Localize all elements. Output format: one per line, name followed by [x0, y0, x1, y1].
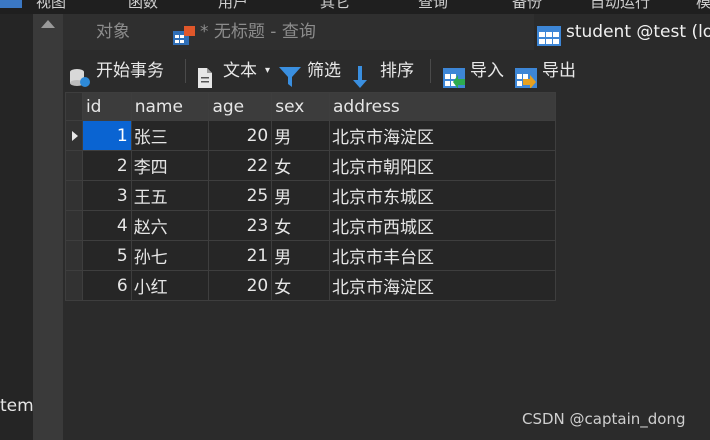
cell-name[interactable]: 王五 [130, 180, 210, 211]
menu-item-other[interactable]: 其它 [320, 0, 350, 12]
table-row[interactable]: 5 孙七 21 男 北京市丰台区 [65, 240, 556, 271]
table-row[interactable]: 2 李四 22 女 北京市朝阳区 [65, 150, 556, 181]
import-label: 导入 [470, 61, 504, 81]
text-view-button[interactable]: 文本 ▾ [196, 50, 274, 92]
row-selector[interactable] [65, 120, 83, 151]
menu-item-model[interactable]: 模 [696, 0, 710, 12]
tab-objects-label: 对象 [96, 22, 130, 42]
column-header-sex[interactable]: sex [271, 92, 330, 121]
cell-address[interactable]: 北京市海淀区 [329, 270, 556, 301]
menu-highlight [0, 0, 22, 8]
table-row[interactable]: 6 小红 20 女 北京市海淀区 [65, 270, 556, 301]
text-view-label: 文本 [223, 61, 257, 81]
cell-name[interactable]: 小红 [130, 270, 210, 301]
filter-button[interactable]: 筛选 [279, 50, 347, 92]
cell-name[interactable]: 李四 [130, 150, 210, 181]
cell-sex[interactable]: 男 [271, 180, 330, 211]
data-grid[interactable]: id name age sex address 1 张三 20 男 北京市海淀区… [65, 92, 556, 301]
chevron-down-icon[interactable]: ▾ [265, 50, 270, 92]
cell-id[interactable]: 5 [81, 240, 132, 271]
column-header-id[interactable]: id [81, 92, 132, 121]
menu-bar: 视图 函数 用户 其它 查询 备份 自动运行 模 [0, 0, 710, 14]
menu-item-query[interactable]: 查询 [418, 0, 448, 12]
watermark: CSDN @captain_dong [522, 410, 686, 428]
current-row-arrow-icon [72, 130, 78, 141]
menu-item-backup[interactable]: 备份 [512, 0, 542, 12]
table-row[interactable]: 1 张三 20 男 北京市海淀区 [65, 120, 556, 151]
sort-label: 排序 [380, 61, 414, 81]
cell-address[interactable]: 北京市朝阳区 [329, 150, 556, 181]
student-table: id name age sex address 1 张三 20 男 北京市海淀区… [65, 92, 556, 301]
toolbar: 开始事务 文本 ▾ 筛选 排序 导入 导出 [63, 50, 710, 92]
tab-objects[interactable]: 对象 [63, 14, 163, 50]
toolbar-divider [430, 59, 431, 83]
navigation-panel: tem [0, 14, 34, 440]
menu-item-view[interactable]: 视图 [36, 0, 66, 12]
tab-student-label: student @test (lo [566, 22, 710, 42]
navigation-item-label[interactable]: tem [0, 396, 34, 416]
import-button[interactable]: 导入 [443, 50, 509, 92]
cell-address[interactable]: 北京市海淀区 [329, 120, 556, 151]
cell-address[interactable]: 北京市西城区 [329, 210, 556, 241]
tab-student-table[interactable]: student @test (lo [534, 14, 710, 50]
export-button[interactable]: 导出 [515, 50, 581, 92]
cell-age[interactable]: 22 [208, 150, 273, 181]
column-header-age[interactable]: age [208, 92, 273, 121]
tab-query[interactable]: * 无标题 - 查询 [166, 14, 532, 50]
row-selector[interactable] [65, 240, 83, 271]
cell-age[interactable]: 20 [208, 120, 273, 151]
cell-age[interactable]: 20 [208, 270, 273, 301]
cell-name[interactable]: 孙七 [130, 240, 210, 271]
filter-label: 筛选 [307, 61, 341, 81]
cell-sex[interactable]: 女 [271, 150, 330, 181]
begin-transaction-label: 开始事务 [96, 61, 164, 81]
cell-id[interactable]: 4 [81, 210, 132, 241]
cell-id[interactable]: 2 [81, 150, 132, 181]
row-selector[interactable] [65, 150, 83, 181]
cell-name[interactable]: 张三 [130, 120, 210, 151]
navigation-scrollbar[interactable] [33, 14, 63, 440]
cell-id[interactable]: 6 [81, 270, 132, 301]
cell-age[interactable]: 23 [208, 210, 273, 241]
cell-address[interactable]: 北京市丰台区 [329, 240, 556, 271]
table-row[interactable]: 3 王五 25 男 北京市东城区 [65, 180, 556, 211]
cell-address[interactable]: 北京市东城区 [329, 180, 556, 211]
row-selector[interactable] [65, 180, 83, 211]
menu-item-users[interactable]: 用户 [218, 0, 248, 12]
tab-query-label: * 无标题 - 查询 [200, 22, 316, 42]
menu-item-functions[interactable]: 函数 [128, 0, 158, 12]
toolbar-divider [185, 59, 186, 83]
scroll-up-icon[interactable] [41, 20, 55, 28]
export-label: 导出 [542, 61, 576, 81]
cell-sex[interactable]: 男 [271, 240, 330, 271]
cell-sex[interactable]: 男 [271, 120, 330, 151]
row-selector-header [65, 92, 83, 121]
cell-sex[interactable]: 女 [271, 270, 330, 301]
begin-transaction-button[interactable]: 开始事务 [69, 50, 175, 92]
cell-age[interactable]: 25 [208, 180, 273, 211]
column-header-address[interactable]: address [329, 92, 556, 121]
menu-item-automation[interactable]: 自动运行 [590, 0, 650, 12]
table-row[interactable]: 4 赵六 23 女 北京市西城区 [65, 210, 556, 241]
header-row: id name age sex address [65, 92, 556, 121]
cell-sex[interactable]: 女 [271, 210, 330, 241]
cell-name[interactable]: 赵六 [130, 210, 210, 241]
sort-button[interactable]: 排序 [353, 50, 419, 92]
row-selector[interactable] [65, 210, 83, 241]
column-header-name[interactable]: name [130, 92, 210, 121]
cell-id[interactable]: 3 [81, 180, 132, 211]
row-selector[interactable] [65, 270, 83, 301]
cell-age[interactable]: 21 [208, 240, 273, 271]
tab-bar: 对象 * 无标题 - 查询 student @test (lo [63, 14, 710, 50]
cell-id[interactable]: 1 [81, 120, 132, 151]
